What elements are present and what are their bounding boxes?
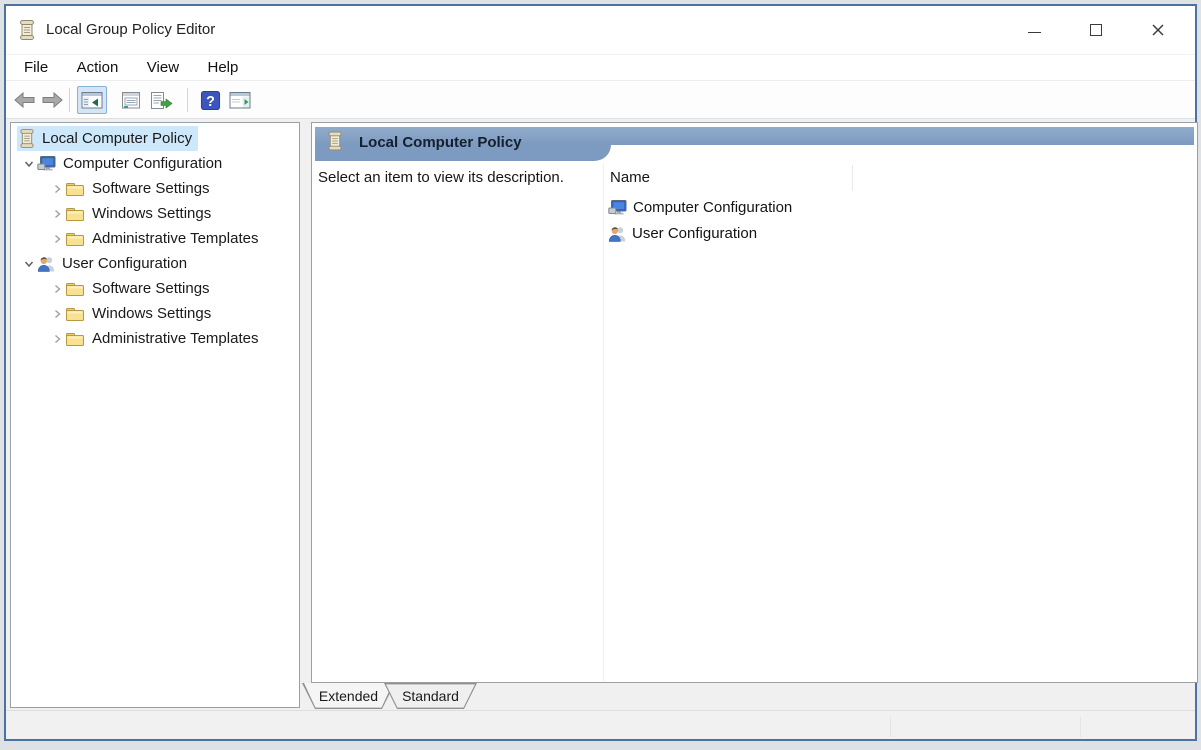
console-tree-pane: Local Computer Policy Computer Configura… bbox=[10, 122, 300, 708]
tree-item-administrative-templates-user[interactable]: Administrative Templates bbox=[11, 326, 299, 351]
window-controls bbox=[1003, 6, 1189, 54]
show-console-tree-icon bbox=[81, 91, 104, 110]
folder-icon bbox=[65, 306, 85, 322]
tree-item-windows-settings-user[interactable]: Windows Settings bbox=[11, 301, 299, 326]
tree-item-label: Local Computer Policy bbox=[42, 130, 192, 147]
results-pane-title: Local Computer Policy bbox=[359, 127, 522, 159]
column-separator[interactable] bbox=[852, 165, 853, 191]
folder-icon bbox=[65, 231, 85, 247]
list-item-label: User Configuration bbox=[632, 225, 757, 242]
list-properties-icon bbox=[120, 91, 143, 110]
folder-icon bbox=[65, 331, 85, 347]
status-bar-separator bbox=[890, 717, 891, 737]
menu-bar: File Action View Help bbox=[6, 54, 1195, 81]
maximize-icon bbox=[1090, 24, 1102, 36]
back-button[interactable] bbox=[10, 86, 40, 114]
close-icon bbox=[1151, 23, 1165, 37]
tree-item-label: Administrative Templates bbox=[92, 230, 258, 247]
tree-item-computer-configuration[interactable]: Computer Configuration bbox=[11, 151, 299, 176]
chevron-right-icon[interactable] bbox=[49, 309, 65, 319]
description-text: Select an item to view its description. bbox=[318, 169, 602, 186]
folder-icon bbox=[65, 181, 85, 197]
tab-label: Extended bbox=[302, 683, 395, 709]
scroll-icon bbox=[19, 128, 35, 149]
view-tabs: Extended Standard bbox=[302, 683, 477, 710]
tree-item-label: Software Settings bbox=[92, 280, 210, 297]
status-bar-separator bbox=[1080, 717, 1081, 737]
tab-label: Standard bbox=[384, 683, 477, 709]
maximize-button[interactable] bbox=[1065, 6, 1127, 54]
tree-selection-highlight: Local Computer Policy bbox=[17, 126, 198, 151]
list-item-user-configuration[interactable]: User Configuration bbox=[608, 220, 757, 246]
chevron-right-icon[interactable] bbox=[49, 234, 65, 244]
toolbar-separator bbox=[69, 88, 70, 112]
chevron-right-icon[interactable] bbox=[49, 334, 65, 344]
chevron-right-icon[interactable] bbox=[49, 184, 65, 194]
help-button[interactable]: ? bbox=[195, 86, 225, 114]
close-button[interactable] bbox=[1127, 6, 1189, 54]
tree-item-user-configuration[interactable]: User Configuration bbox=[11, 251, 299, 276]
tree-item-label: Software Settings bbox=[92, 180, 210, 197]
tree-item-administrative-templates[interactable]: Administrative Templates bbox=[11, 226, 299, 251]
list-properties-button[interactable] bbox=[116, 86, 146, 114]
minimize-icon bbox=[1028, 32, 1041, 33]
forward-arrow-icon bbox=[40, 91, 64, 109]
chevron-right-icon[interactable] bbox=[49, 284, 65, 294]
chevron-right-icon[interactable] bbox=[49, 209, 65, 219]
tab-standard[interactable]: Standard bbox=[384, 683, 477, 709]
status-bar bbox=[6, 710, 1195, 739]
show-console-tree-button[interactable] bbox=[77, 86, 107, 114]
list-item-computer-configuration[interactable]: Computer Configuration bbox=[608, 194, 792, 220]
help-icon: ? bbox=[200, 90, 221, 111]
menu-file[interactable]: File bbox=[12, 55, 60, 81]
show-action-pane-icon bbox=[229, 91, 252, 110]
menu-action[interactable]: Action bbox=[65, 55, 131, 81]
list-item-label: Computer Configuration bbox=[633, 199, 792, 216]
chevron-down-icon[interactable] bbox=[21, 159, 37, 169]
export-list-icon bbox=[149, 91, 173, 110]
computer-icon bbox=[608, 199, 627, 216]
tree-item-label: Windows Settings bbox=[92, 205, 211, 222]
export-list-button[interactable] bbox=[146, 86, 176, 114]
tree-item-software-settings-user[interactable]: Software Settings bbox=[11, 276, 299, 301]
user-icon bbox=[37, 255, 55, 272]
show-action-pane-button[interactable] bbox=[225, 86, 255, 114]
tree-item-label: Computer Configuration bbox=[63, 155, 222, 172]
folder-icon bbox=[65, 281, 85, 297]
description-column-divider bbox=[603, 163, 604, 682]
title-bar: Local Group Policy Editor bbox=[6, 6, 1195, 54]
app-scroll-icon bbox=[18, 19, 36, 46]
forward-button[interactable] bbox=[37, 86, 67, 114]
tree-item-local-computer-policy[interactable]: Local Computer Policy bbox=[11, 126, 299, 151]
toolbar: ? bbox=[6, 82, 1195, 119]
svg-text:?: ? bbox=[206, 93, 215, 109]
scroll-icon bbox=[327, 130, 343, 157]
tree-item-label: Windows Settings bbox=[92, 305, 211, 322]
tree-item-label: Administrative Templates bbox=[92, 330, 258, 347]
tab-extended[interactable]: Extended bbox=[302, 683, 395, 709]
chevron-down-icon[interactable] bbox=[21, 259, 37, 269]
menu-help[interactable]: Help bbox=[195, 55, 250, 81]
name-column-header[interactable]: Name bbox=[610, 169, 650, 186]
results-pane: Local Computer Policy Select an item to … bbox=[311, 122, 1198, 683]
toolbar-separator bbox=[187, 88, 188, 112]
tree-item-windows-settings[interactable]: Windows Settings bbox=[11, 201, 299, 226]
minimize-button[interactable] bbox=[1003, 6, 1065, 54]
tree-item-label: User Configuration bbox=[62, 255, 187, 272]
app-window: Local Group Policy Editor File Action Vi… bbox=[4, 4, 1197, 741]
menu-view[interactable]: View bbox=[135, 55, 191, 81]
folder-icon bbox=[65, 206, 85, 222]
tree-item-software-settings[interactable]: Software Settings bbox=[11, 176, 299, 201]
computer-icon bbox=[37, 155, 56, 172]
window-title: Local Group Policy Editor bbox=[46, 6, 215, 54]
user-icon bbox=[608, 225, 626, 242]
back-arrow-icon bbox=[13, 91, 37, 109]
